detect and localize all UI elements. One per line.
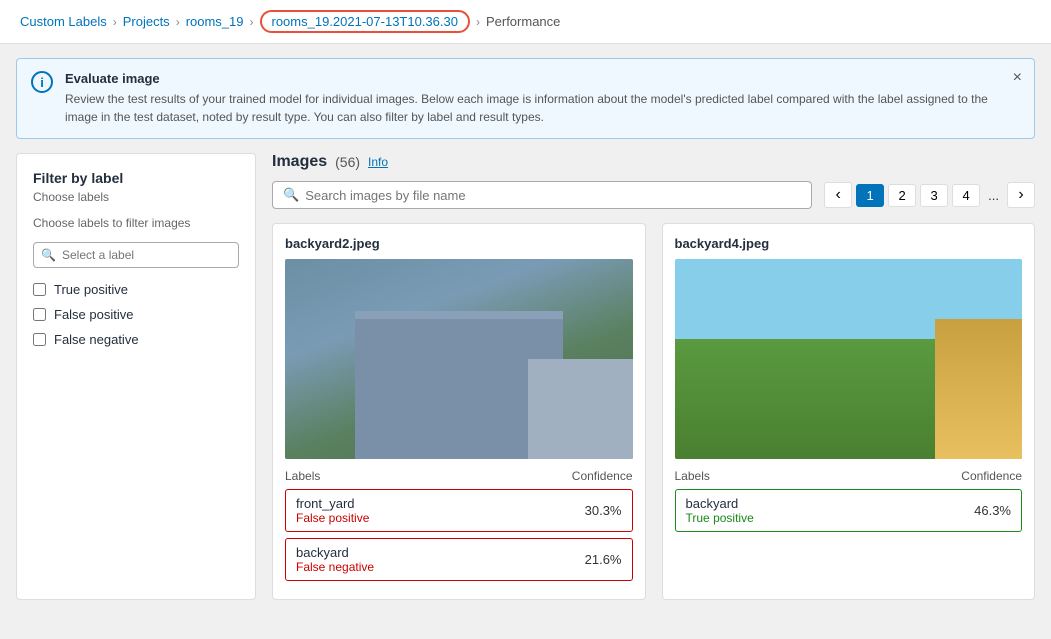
label-type-backyard-fn: False negative: [296, 560, 374, 574]
filter-true-positive[interactable]: True positive: [33, 282, 239, 297]
images-count: (56): [335, 154, 360, 170]
breadcrumb-rooms19[interactable]: rooms_19: [186, 14, 244, 29]
banner-description: Review the test results of your trained …: [65, 90, 994, 126]
page-1-button[interactable]: 1: [856, 184, 884, 207]
info-icon: i: [31, 71, 53, 93]
label-item-backyard-tp: backyard True positive 46.3%: [675, 489, 1023, 532]
sidebar-title: Filter by label: [33, 170, 239, 186]
garden-image: [675, 259, 1023, 459]
pagination: ‹ 1 2 3 4 ... ›: [824, 182, 1035, 208]
filter-false-positive[interactable]: False positive: [33, 307, 239, 322]
search-icon: 🔍: [283, 187, 299, 203]
confidence-backyard-tp: 46.3%: [974, 503, 1011, 518]
label-item-backyard-fn: backyard False negative 21.6%: [285, 538, 633, 581]
confidence-col-header-1: Confidence: [961, 469, 1022, 483]
page-4-button[interactable]: 4: [952, 184, 980, 207]
prev-page-button[interactable]: ‹: [824, 182, 852, 208]
labels-col-header-1: Labels: [675, 469, 710, 483]
images-header: Images (56) Info: [272, 153, 1035, 171]
filter-false-negative[interactable]: False negative: [33, 332, 239, 347]
labels-col-header-0: Labels: [285, 469, 320, 483]
banner-title: Evaluate image: [65, 71, 994, 86]
label-type-backyard-tp: True positive: [686, 511, 754, 525]
content-area: Images (56) Info 🔍 ‹ 1 2 3 4 ... ›: [272, 153, 1035, 600]
info-banner: i × Evaluate image Review the test resul…: [16, 58, 1035, 139]
image-card-filename-0: backyard2.jpeg: [285, 236, 633, 251]
pagination-ellipsis: ...: [984, 188, 1003, 203]
false-negative-label: False negative: [54, 332, 139, 347]
label-search-container: 🔍: [33, 242, 239, 268]
label-type-front-yard: False positive: [296, 511, 369, 525]
breadcrumb: Custom Labels › Projects › rooms_19 › ro…: [0, 0, 1051, 44]
breadcrumb-performance: Performance: [486, 14, 560, 29]
label-search-icon: 🔍: [41, 248, 56, 262]
label-left-front-yard: front_yard False positive: [296, 496, 369, 525]
label-left-backyard-fn: backyard False negative: [296, 545, 374, 574]
page-3-button[interactable]: 3: [920, 184, 948, 207]
house-image: [285, 259, 633, 459]
confidence-col-header-0: Confidence: [572, 469, 633, 483]
label-name-front-yard: front_yard: [296, 496, 369, 511]
images-info-link[interactable]: Info: [368, 155, 388, 169]
choose-labels-label: Choose labels: [33, 190, 239, 204]
label-item-front-yard: front_yard False positive 30.3%: [285, 489, 633, 532]
breadcrumb-sep-4: ›: [476, 15, 480, 29]
close-banner-button[interactable]: ×: [1013, 69, 1022, 87]
image-search-bar: 🔍: [272, 181, 812, 209]
labels-row-header-1: Labels Confidence: [675, 469, 1023, 483]
label-search-input[interactable]: [33, 242, 239, 268]
choose-labels-sublabel: Choose labels to filter images: [33, 216, 239, 230]
image-thumbnail-0: [285, 259, 633, 459]
false-positive-checkbox[interactable]: [33, 308, 46, 321]
breadcrumb-projects[interactable]: Projects: [123, 14, 170, 29]
image-thumbnail-1: [675, 259, 1023, 459]
filter-sidebar: Filter by label Choose labels Choose lab…: [16, 153, 256, 600]
breadcrumb-model-version[interactable]: rooms_19.2021-07-13T10.36.30: [260, 10, 470, 33]
filter-checkboxes: True positive False positive False negat…: [33, 282, 239, 347]
image-card-filename-1: backyard4.jpeg: [675, 236, 1023, 251]
false-positive-label: False positive: [54, 307, 133, 322]
images-title: Images: [272, 153, 327, 171]
image-search-input[interactable]: [305, 188, 801, 203]
labels-row-header-0: Labels Confidence: [285, 469, 633, 483]
image-card-backyard4: backyard4.jpeg Labels Confidence backyar…: [662, 223, 1036, 600]
page-2-button[interactable]: 2: [888, 184, 916, 207]
main-layout: Filter by label Choose labels Choose lab…: [0, 153, 1051, 616]
label-left-backyard-tp: backyard True positive: [686, 496, 754, 525]
label-name-backyard-fn: backyard: [296, 545, 374, 560]
breadcrumb-custom-labels[interactable]: Custom Labels: [20, 14, 107, 29]
label-name-backyard-tp: backyard: [686, 496, 754, 511]
true-positive-label: True positive: [54, 282, 128, 297]
false-negative-checkbox[interactable]: [33, 333, 46, 346]
next-page-button[interactable]: ›: [1007, 182, 1035, 208]
search-pagination-row: 🔍 ‹ 1 2 3 4 ... ›: [272, 181, 1035, 209]
image-card-backyard2: backyard2.jpeg Labels Confidence front_y…: [272, 223, 646, 600]
confidence-front-yard: 30.3%: [585, 503, 622, 518]
images-grid: backyard2.jpeg Labels Confidence front_y…: [272, 223, 1035, 600]
breadcrumb-sep-3: ›: [250, 15, 254, 29]
true-positive-checkbox[interactable]: [33, 283, 46, 296]
breadcrumb-sep-2: ›: [176, 15, 180, 29]
breadcrumb-sep-1: ›: [113, 15, 117, 29]
confidence-backyard-fn: 21.6%: [585, 552, 622, 567]
